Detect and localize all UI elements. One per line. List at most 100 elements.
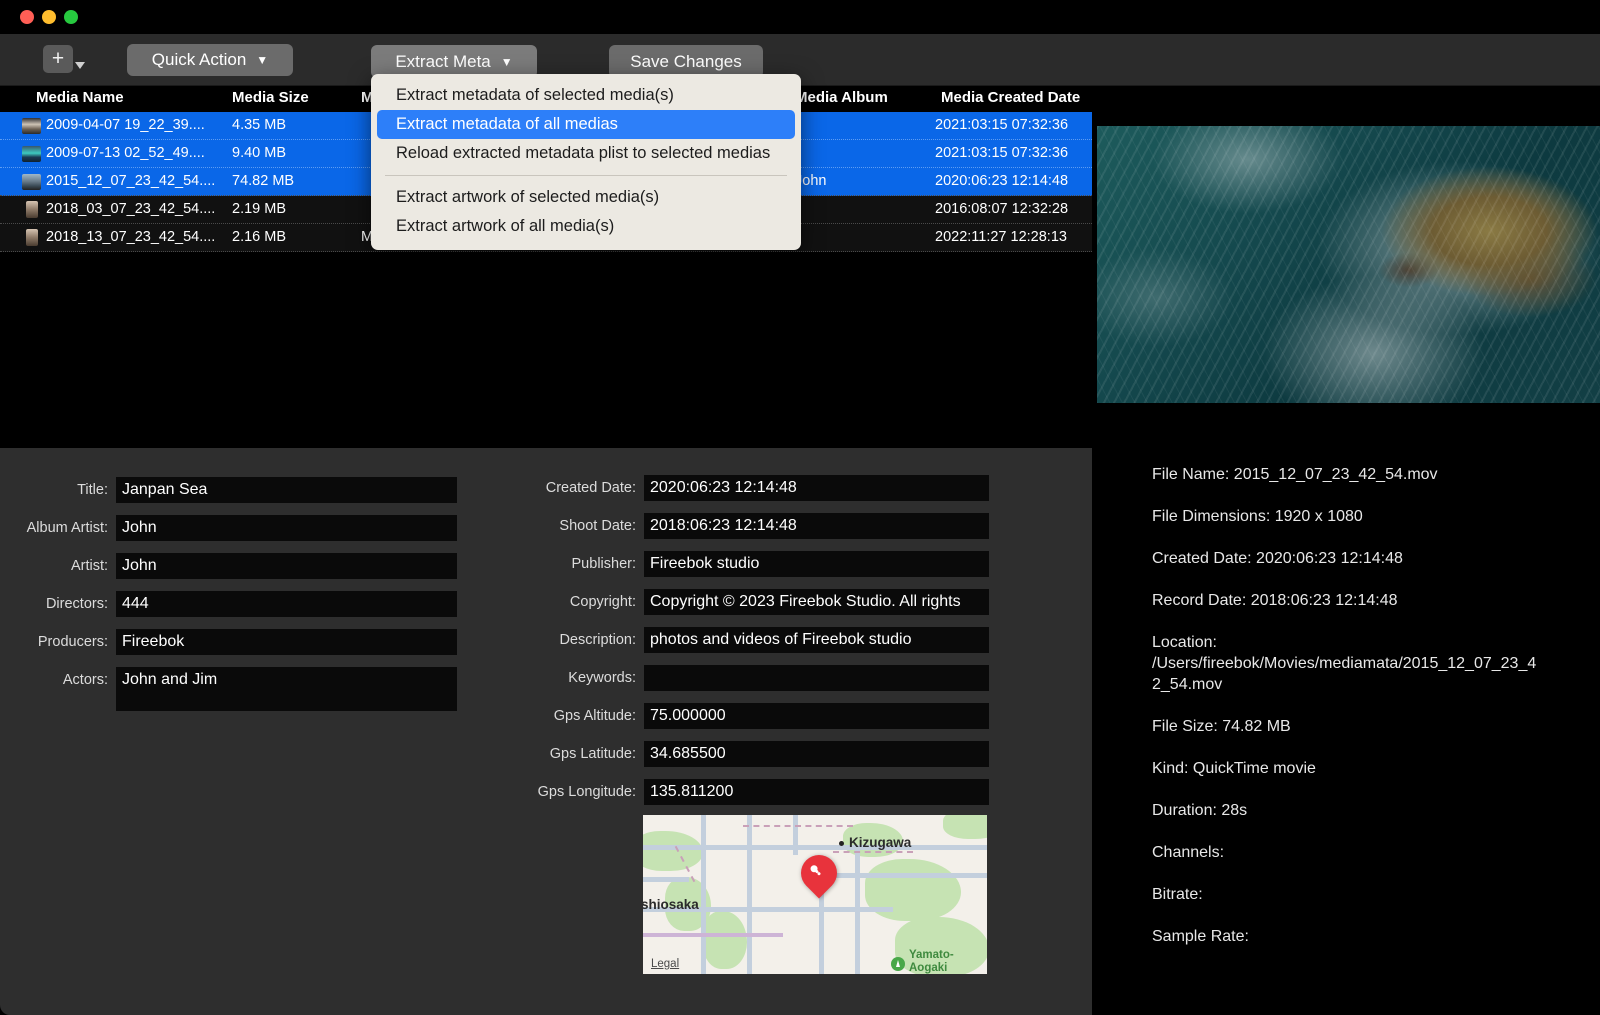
close-button-icon[interactable]	[20, 10, 34, 24]
cell-media-size: 2.16 MB	[232, 229, 286, 245]
cell-created-date: 2016:08:07 12:32:28	[935, 201, 1069, 217]
field-actors: Actors: John and Jim	[0, 667, 457, 711]
chevron-down-icon: ▼	[256, 53, 269, 67]
label-publisher: Publisher:	[571, 556, 636, 572]
label-gps-longitude: Gps Longitude:	[537, 784, 636, 800]
label-actors: Actors:	[62, 672, 108, 688]
field-title: Title: Janpan Sea	[0, 477, 457, 503]
media-thumbnail-icon	[26, 229, 38, 246]
label-shoot-date: Shoot Date:	[559, 518, 636, 534]
cell-created-date: 2021:03:15 07:32:36	[935, 145, 1069, 161]
input-directors[interactable]: 444	[116, 591, 457, 617]
map-road	[701, 815, 706, 974]
info-created-date: Created Date: 2020:06:23 12:14:48	[1152, 550, 1403, 567]
field-artist: Artist: John	[0, 553, 457, 579]
column-header-media-name[interactable]: Media Name	[36, 89, 124, 106]
info-channels: Channels:	[1152, 844, 1225, 861]
menu-item-reload-metadata-plist[interactable]: Reload extracted metadata plist to selec…	[377, 139, 795, 168]
app-window: + Quick Action ▼ Extract Meta ▼ Save Cha…	[0, 0, 1600, 1015]
info-bitrate: Bitrate:	[1152, 886, 1203, 903]
label-gps-latitude: Gps Latitude:	[549, 746, 636, 762]
info-duration: Duration: 28s	[1152, 802, 1248, 819]
input-gps-longitude[interactable]: 135.811200	[644, 779, 989, 805]
input-artist[interactable]: John	[116, 553, 457, 579]
label-title: Title:	[77, 482, 108, 498]
input-created-date[interactable]: 2020:06:23 12:14:48	[644, 475, 989, 501]
input-keywords[interactable]	[644, 665, 989, 691]
media-thumbnail-icon	[22, 174, 41, 190]
title-bar	[0, 0, 1600, 34]
media-preview[interactable]	[1097, 126, 1600, 403]
input-album-artist[interactable]: John	[116, 515, 457, 541]
cell-media-size: 4.35 MB	[232, 117, 286, 133]
menu-item-extract-metadata-all[interactable]: Extract metadata of all medias	[377, 110, 795, 139]
map-park-icon	[891, 957, 905, 971]
gps-map[interactable]: Kizugawa shiosaka Yamato-Aogaki Quasi- N…	[643, 815, 987, 974]
input-publisher[interactable]: Fireebok studio	[644, 551, 989, 577]
label-copyright: Copyright:	[569, 594, 636, 610]
field-gps-latitude: Gps Latitude: 34.685500	[510, 741, 989, 767]
chevron-down-icon: ▼	[500, 54, 513, 69]
input-description[interactable]: photos and videos of Fireebok studio	[644, 627, 989, 653]
cell-media-name: 2015_12_07_23_42_54....	[46, 173, 216, 189]
zoom-button-icon[interactable]	[64, 10, 78, 24]
info-file-size: File Size: 74.82 MB	[1152, 718, 1291, 735]
label-producers: Producers:	[37, 634, 108, 650]
media-thumbnail-icon	[22, 146, 41, 162]
map-label-park: Yamato-Aogaki Quasi- National Park	[909, 949, 987, 974]
preview-image-texture	[1097, 126, 1600, 403]
extract-meta-menu: Extract metadata of selected media(s) Ex…	[371, 74, 801, 250]
input-title[interactable]: Janpan Sea	[116, 477, 457, 503]
info-file-dimensions: File Dimensions: 1920 x 1080	[1152, 508, 1363, 525]
map-green-area	[943, 815, 987, 839]
map-boundary	[743, 825, 853, 827]
label-keywords: Keywords:	[568, 670, 636, 686]
map-boundary	[833, 851, 913, 853]
minimize-button-icon[interactable]	[42, 10, 56, 24]
map-minor-road	[643, 933, 783, 937]
input-shoot-date[interactable]: 2018:06:23 12:14:48	[644, 513, 989, 539]
map-road	[829, 873, 987, 878]
menu-item-extract-artwork-all[interactable]: Extract artwork of all media(s)	[377, 212, 795, 241]
cell-media-name: 2018_13_07_23_42_54....	[46, 229, 216, 245]
field-created-date: Created Date: 2020:06:23 12:14:48	[510, 475, 989, 501]
media-thumbnail-icon	[26, 201, 38, 218]
field-directors: Directors: 444	[0, 591, 457, 617]
add-media-button[interactable]: +	[43, 45, 73, 73]
input-copyright[interactable]: Copyright © 2023 Fireebok Studio. All ri…	[644, 589, 989, 615]
input-gps-latitude[interactable]: 34.685500	[644, 741, 989, 767]
field-producers: Producers: Fireebok	[0, 629, 457, 655]
quick-action-button[interactable]: Quick Action ▼	[127, 44, 293, 76]
field-copyright: Copyright: Copyright © 2023 Fireebok Stu…	[510, 589, 989, 615]
file-info-panel: File Name: 2015_12_07_23_42_54.mov File …	[1097, 404, 1600, 1015]
label-directors: Directors:	[45, 596, 108, 612]
column-header-media-size[interactable]: Media Size	[232, 89, 309, 106]
column-header-media-album[interactable]: Media Album	[795, 89, 888, 106]
column-header-media-created-date[interactable]: Media Created Date	[941, 89, 1080, 106]
map-location-pin-icon	[793, 847, 845, 899]
menu-item-extract-artwork-selected[interactable]: Extract artwork of selected media(s)	[377, 183, 795, 212]
media-thumbnail-icon	[22, 118, 41, 134]
input-producers[interactable]: Fireebok	[116, 629, 457, 655]
input-gps-altitude[interactable]: 75.000000	[644, 703, 989, 729]
label-created-date: Created Date:	[545, 480, 636, 496]
traffic-lights	[20, 10, 78, 24]
input-actors[interactable]: John and Jim	[116, 667, 457, 711]
cell-created-date: 2021:03:15 07:32:36	[935, 117, 1069, 133]
info-record-date: Record Date: 2018:06:23 12:14:48	[1152, 592, 1398, 609]
info-file-name: File Name: 2015_12_07_23_42_54.mov	[1152, 466, 1438, 483]
park-line-1: Yamato-Aogaki	[909, 949, 954, 974]
label-artist: Artist:	[70, 558, 108, 574]
extract-meta-label: Extract Meta	[395, 51, 491, 71]
map-label-kizugawa: Kizugawa	[849, 835, 912, 850]
map-green-area	[643, 831, 703, 871]
map-legal-link[interactable]: Legal	[651, 958, 679, 970]
cell-created-date: 2020:06:23 12:14:48	[935, 173, 1069, 189]
label-album-artist: Album Artist:	[26, 520, 108, 536]
menu-item-extract-metadata-selected[interactable]: Extract metadata of selected media(s)	[377, 81, 795, 110]
cell-media-size: 74.82 MB	[232, 173, 295, 189]
add-media-dropdown-caret-icon[interactable]	[75, 62, 85, 69]
field-gps-longitude: Gps Longitude: 135.811200	[510, 779, 989, 805]
cell-media-name: 2018_03_07_23_42_54....	[46, 201, 216, 217]
map-road	[643, 877, 689, 882]
